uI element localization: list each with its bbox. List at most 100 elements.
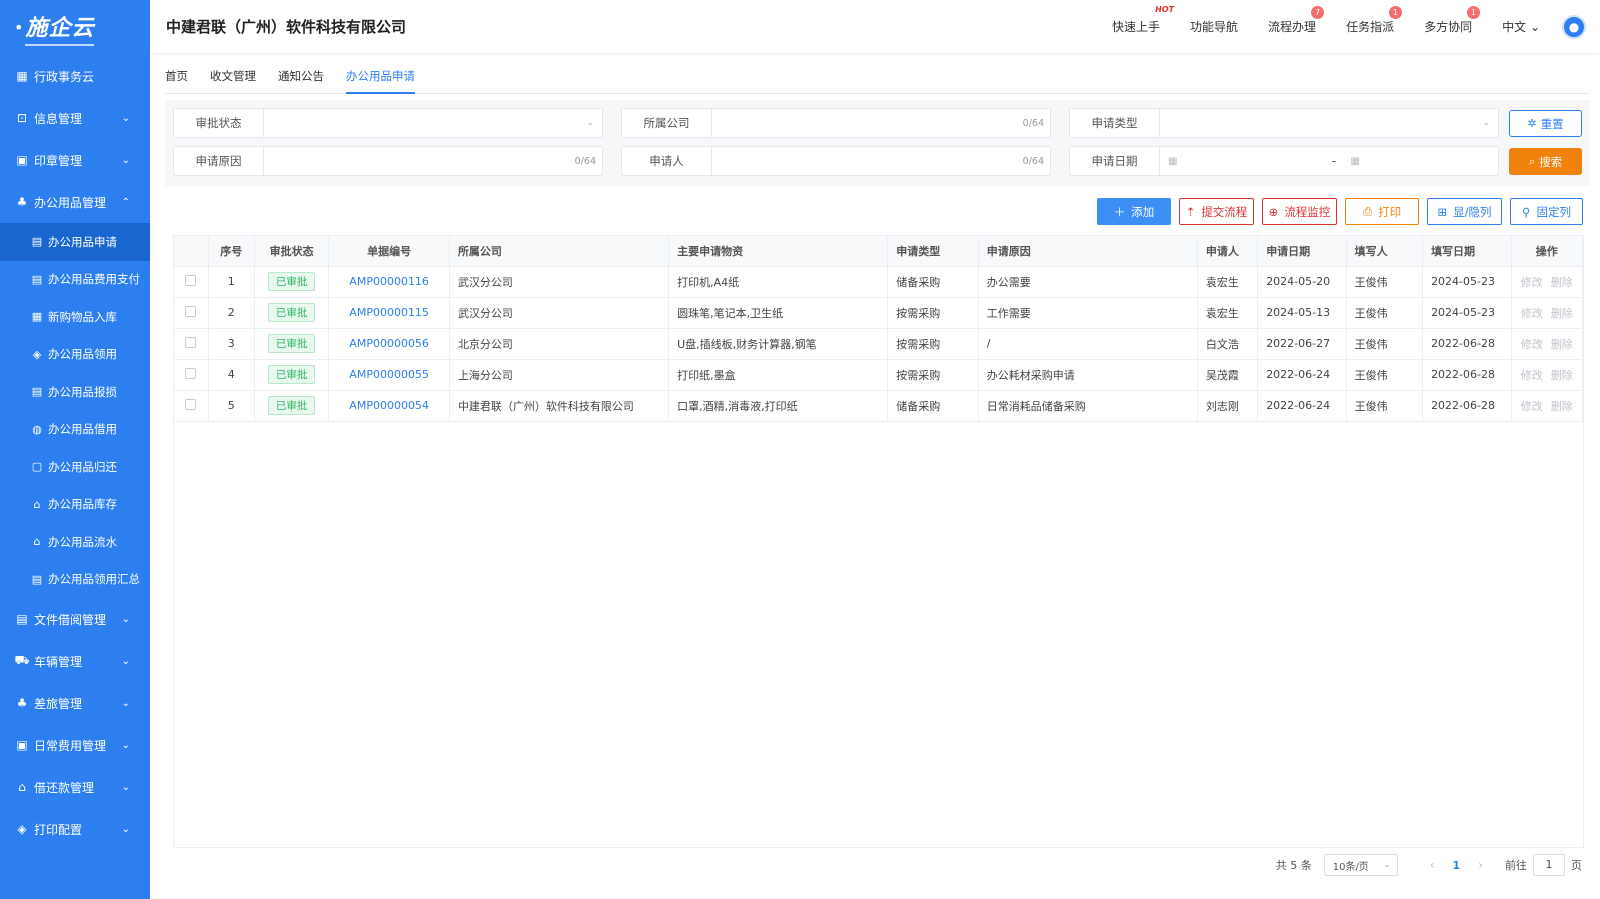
select-all-header [174, 236, 209, 267]
sidebar-item-label: 办公用品管理 [34, 195, 107, 210]
avatar[interactable]: ● [1562, 14, 1586, 39]
edit-link[interactable]: 修改 [1521, 338, 1543, 351]
sidebar-subitem-sidebar-sub_items-9[interactable]: ▤ 办公用品领用汇总 [0, 561, 150, 599]
prev-page-icon[interactable]: ‹ [1430, 858, 1435, 872]
monitor-flow-button[interactable]: ⊕ 流程监控 [1262, 198, 1337, 225]
date-filter: 申请日期 ▦ - ▦ [1069, 146, 1499, 176]
search-icon: ⌕ [1528, 154, 1536, 168]
tab-notices[interactable]: 通知公告 [278, 58, 324, 94]
file-icon: ▤ [16, 612, 28, 626]
document-code-link[interactable]: AMP00000115 [349, 306, 429, 319]
sidebar-item-sidebar-items_after-2[interactable]: ♣ 差旅管理 ⌄ [0, 682, 150, 724]
sidebar-subitem-sidebar-sub_items-5[interactable]: ◍ 办公用品借用 [0, 411, 150, 449]
data-table: 序号 审批状态 单据编号 所属公司 主要申请物资 申请类型 申请原因 申请人 申… [173, 235, 1584, 848]
cell-text: 按需采购 [896, 306, 941, 320]
sidebar-subitem-sidebar-sub_items-3[interactable]: ◈ 办公用品领用 [0, 336, 150, 374]
type-select[interactable]: ⌄ [1160, 109, 1498, 137]
chevron-down-icon: ⌄ [121, 154, 130, 166]
calendar-icon: ▦ [1350, 155, 1360, 167]
row-checkbox[interactable] [185, 336, 197, 348]
sidebar-subitem-sidebar-sub_items-7[interactable]: ⌂ 办公用品库存 [0, 486, 150, 524]
logo[interactable]: • 施企云 [0, 0, 150, 55]
next-page-icon[interactable]: › [1478, 858, 1483, 872]
tab-home[interactable]: 首页 [165, 58, 188, 94]
delete-link[interactable]: 删除 [1551, 400, 1573, 413]
chevron-down-icon: ⌄ [121, 781, 130, 793]
cell-applicant: 袁宏生 [1197, 297, 1259, 329]
row-checkbox-cell [174, 297, 209, 329]
document-code-link[interactable]: AMP00000116 [349, 275, 429, 288]
company-input[interactable]: 0/64 [712, 109, 1050, 137]
task-assign-link[interactable]: 任务指派 1 [1346, 6, 1403, 35]
sidebar-item-sidebar-items_after-3[interactable]: ▣ 日常费用管理 ⌄ [0, 724, 150, 766]
document-code-link[interactable]: AMP00000056 [349, 337, 429, 350]
row-checkbox[interactable] [185, 274, 197, 286]
table-row[interactable]: 1 已审批 AMP00000116 武汉分公司 打印机,A4纸 储备采购 办公需要 袁宏生 20… [174, 266, 1584, 298]
edit-link[interactable]: 修改 [1521, 276, 1543, 289]
fixed-columns-button[interactable]: ⚲ 固定列 [1510, 198, 1583, 225]
document-code-link[interactable]: AMP00000055 [349, 368, 429, 381]
actions-cell: 修改 删除 [1511, 266, 1584, 298]
row-checkbox[interactable] [185, 367, 197, 379]
reason-input[interactable]: 0/64 [264, 147, 602, 175]
process-link[interactable]: 流程办理 7 [1268, 6, 1325, 35]
delete-link[interactable]: 删除 [1551, 276, 1573, 289]
current-page[interactable]: 1 [1453, 859, 1461, 872]
edit-link[interactable]: 修改 [1521, 400, 1543, 413]
delete-link[interactable]: 删除 [1551, 307, 1573, 320]
table-row[interactable]: 5 已审批 AMP00000054 中建君联（广州）软件科技有限公司 口罩,酒精,消毒液… [174, 390, 1584, 422]
cell-text: 上海分公司 [457, 368, 513, 382]
stamp-icon: ▣ [16, 153, 28, 167]
search-button[interactable]: ⌕ 搜索 [1509, 148, 1582, 175]
quick-start-link[interactable]: 快速上手 HOT [1112, 5, 1174, 35]
sidebar-item-sidebar-items_after-1[interactable]: ⛟ 车辆管理 ⌄ [0, 640, 150, 682]
actions-cell: 修改 删除 [1511, 328, 1584, 360]
submit-flow-button[interactable]: ⇡ 提交流程 [1179, 198, 1254, 225]
sidebar-subitem-sidebar-sub_items-2[interactable]: ▦ 新购物品入库 [0, 298, 150, 336]
tab-office-supply-request[interactable]: 办公用品申请 [346, 58, 415, 94]
add-button[interactable]: ＋ 添加 [1097, 198, 1171, 225]
cell-type: 按需采购 [887, 328, 979, 360]
print-button[interactable]: ⎙ 打印 [1345, 198, 1419, 225]
reset-button[interactable]: ✲ 重置 [1509, 110, 1582, 137]
print-label: 打印 [1378, 204, 1402, 219]
table-row[interactable]: 3 已审批 AMP00000056 北京分公司 U盘,插线板,财务计算器,钢笔 按需采购 /… [174, 328, 1584, 360]
sidebar-item-sidebar-items-3[interactable]: ♣ 办公用品管理 ⌃ [0, 181, 150, 223]
sidebar-item-sidebar-items-1[interactable]: ⊡ 信息管理 ⌄ [0, 97, 150, 139]
delete-link[interactable]: 删除 [1551, 338, 1573, 351]
edit-link[interactable]: 修改 [1521, 307, 1543, 320]
sidebar-subitem-sidebar-sub_items-6[interactable]: ▢ 办公用品归还 [0, 448, 150, 486]
row-checkbox[interactable] [185, 398, 197, 410]
language-select[interactable]: 中文 ⌄ [1502, 18, 1540, 35]
function-nav-link[interactable]: 功能导航 [1190, 18, 1238, 35]
page-tabs: 首页 收文管理 通知公告 办公用品申请 [165, 58, 1590, 94]
sidebar-item-sidebar-items_after-4[interactable]: ⌂ 借还款管理 ⌄ [0, 766, 150, 808]
sidebar-item-sidebar-items-0[interactable]: ▦ 行政事务云 [0, 55, 150, 97]
sidebar-subitem-sidebar-sub_items-0[interactable]: ▤ 办公用品申请 [0, 223, 150, 261]
sidebar-subitem-sidebar-sub_items-1[interactable]: ▤ 办公用品费用支付 [0, 261, 150, 299]
sidebar-subitem-sidebar-sub_items-4[interactable]: ▤ 办公用品报损 [0, 373, 150, 411]
status-select[interactable]: ⌄ [264, 109, 602, 137]
table-row[interactable]: 4 已审批 AMP00000055 上海分公司 打印纸,墨盒 按需采购 办公耗材采购申请 吴茂… [174, 359, 1584, 391]
sidebar-item-sidebar-items-2[interactable]: ▣ 印章管理 ⌄ [0, 139, 150, 181]
date-range-picker[interactable]: ▦ - ▦ [1160, 147, 1498, 175]
table-row[interactable]: 2 已审批 AMP00000115 武汉分公司 圆珠笔,笔记本,卫生纸 按需采购 工作需要 袁… [174, 297, 1584, 329]
cell-write-date: 2022-06-28 [1422, 328, 1512, 360]
show-hide-columns-button[interactable]: ⊞ 显/隐列 [1427, 198, 1502, 225]
document-code-link[interactable]: AMP00000054 [349, 399, 429, 412]
sidebar-subitem-sidebar-sub_items-8[interactable]: ⌂ 办公用品流水 [0, 523, 150, 561]
goto-page-input[interactable]: 1 [1533, 854, 1565, 876]
sidebar-item-sidebar-items_after-0[interactable]: ▤ 文件借阅管理 ⌄ [0, 598, 150, 640]
collaboration-link[interactable]: 多方协同 1 [1424, 6, 1481, 35]
page-size-select[interactable]: 10条/页 ⌄ [1323, 854, 1398, 876]
doc-damage-icon: ▤ [31, 385, 43, 399]
tab-incoming-docs[interactable]: 收文管理 [210, 58, 256, 94]
edit-link[interactable]: 修改 [1521, 369, 1543, 382]
search-label: 搜索 [1539, 154, 1563, 169]
applicant-input[interactable]: 0/64 [712, 147, 1050, 175]
sidebar-item-sidebar-items_after-5[interactable]: ◈ 打印配置 ⌄ [0, 808, 150, 850]
cell-text: 吴茂霞 [1205, 368, 1239, 382]
row-checkbox[interactable] [185, 305, 197, 317]
delete-link[interactable]: 删除 [1551, 369, 1573, 382]
sidebar: • 施企云 ▦ 行政事务云 ⊡ 信息管理 ⌄ ▣ 印章管理 ⌄ ♣ 办公用品管理 ⌃ ▤ 办公用品申请 ▤… [0, 0, 150, 899]
